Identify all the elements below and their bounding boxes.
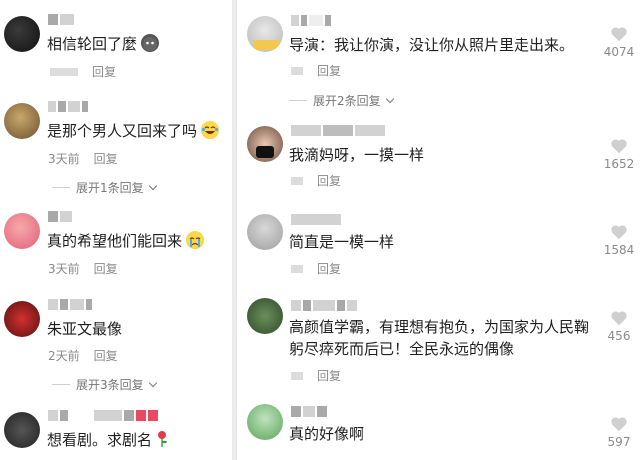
like-button[interactable]: 1584 (599, 224, 639, 257)
expand-line (52, 187, 70, 188)
reply-button[interactable]: 回复 (94, 260, 118, 277)
like-count: 597 (607, 435, 631, 449)
like-count: 1584 (603, 243, 635, 257)
comment-text: 朱亚文最像 (47, 320, 123, 338)
comment-meta: 回复 (291, 172, 341, 189)
username-blurred (291, 214, 343, 225)
avatar[interactable] (247, 404, 283, 440)
avatar[interactable] (4, 103, 40, 139)
like-button[interactable]: 597 (599, 416, 639, 449)
comment-text: 真的好像啊 (289, 425, 365, 443)
expand-replies-button[interactable]: 展开2条回复 (289, 92, 394, 109)
reply-button[interactable]: 回复 (317, 172, 341, 189)
avatar[interactable] (4, 16, 40, 52)
comment-date: 2天前 (48, 349, 80, 363)
like-button[interactable]: 4074 (599, 26, 639, 59)
date-blurred (291, 371, 303, 380)
comment-text: 简直是一模一样 (289, 233, 395, 251)
reply-button[interactable]: 回复 (317, 367, 341, 384)
like-count: 456 (607, 329, 631, 343)
avatar[interactable] (4, 301, 40, 337)
username-blurred (291, 406, 331, 417)
comment-text: 导演：我让你演，没让你从照片里走出来。 (289, 36, 575, 54)
cat-face-icon (141, 34, 160, 52)
date-blurred (50, 67, 78, 76)
left-comment-panel: 相信轮回了麼 回复 是那个男人又回来了吗 3天前 回复 展开1条回复 真的希望他… (0, 0, 232, 460)
username-blurred (291, 15, 331, 26)
crying-face-icon (186, 231, 205, 249)
reply-button[interactable]: 回复 (94, 347, 118, 364)
comment-text: 真的希望他们能回来 (47, 230, 205, 252)
expand-label: 展开3条回复 (76, 378, 144, 392)
comment-meta: 3天前 回复 (48, 260, 118, 277)
comment-date: 3天前 (48, 152, 80, 166)
date-blurred (291, 66, 303, 75)
comment-meta: 回复 (291, 367, 341, 384)
expand-replies-button[interactable]: 展开3条回复 (52, 376, 157, 393)
comment-meta: 3天前 回复 (48, 150, 118, 167)
like-button[interactable]: 1652 (599, 138, 639, 171)
expand-label: 展开1条回复 (76, 181, 144, 195)
username-blurred (48, 211, 72, 222)
rose-icon (156, 430, 168, 448)
comment-text: 相信轮回了麼 (47, 33, 160, 55)
username-blurred (48, 410, 178, 421)
comment-text: 高颜值学霸，有理想有抱负，为国家为人民鞠 (289, 318, 590, 336)
like-button[interactable]: 456 (599, 310, 639, 343)
heart-icon (611, 311, 627, 326)
date-blurred (291, 264, 303, 273)
avatar[interactable] (247, 16, 283, 52)
like-count: 4074 (603, 45, 635, 59)
username-blurred (291, 125, 401, 136)
expand-replies-button[interactable]: 展开1条回复 (52, 179, 157, 196)
comment-text: 我滴妈呀，一摸一样 (289, 146, 425, 164)
username-blurred (48, 299, 100, 310)
chevron-down-icon (148, 181, 157, 190)
reply-button[interactable]: 回复 (92, 63, 116, 80)
avatar[interactable] (247, 214, 283, 250)
expand-line (289, 100, 307, 101)
expand-line (52, 384, 70, 385)
username-blurred (291, 300, 357, 311)
comment-meta: 2天前 回复 (48, 347, 118, 364)
chevron-down-icon (148, 378, 157, 387)
right-comment-panel: 导演：我让你演，没让你从照片里走出来。 回复 展开2条回复 4074 我滴妈呀，… (236, 0, 641, 460)
avatar[interactable] (4, 213, 40, 249)
comment-date: 3天前 (48, 262, 80, 276)
comment-meta: 回复 (291, 260, 341, 277)
reply-button[interactable]: 回复 (94, 150, 118, 167)
reply-button[interactable]: 回复 (317, 62, 341, 79)
chevron-down-icon (385, 94, 394, 103)
heart-icon (611, 139, 627, 154)
avatar[interactable] (247, 298, 283, 334)
comment-text: 想看剧。求剧名 (47, 429, 168, 451)
heart-icon (611, 27, 627, 42)
comment-meta: 回复 (291, 62, 341, 79)
username-blurred (48, 14, 74, 25)
heart-icon (611, 225, 627, 240)
date-blurred (291, 176, 303, 185)
laughing-tears-icon (201, 121, 220, 139)
comment-text: 是那个男人又回来了吗 (47, 120, 220, 142)
like-count: 1652 (603, 157, 635, 171)
expand-label: 展开2条回复 (313, 94, 381, 108)
avatar[interactable] (247, 126, 283, 162)
comment-text-line2: 躬尽瘁死而后已！全民永远的偶像 (289, 340, 515, 358)
avatar[interactable] (4, 412, 40, 448)
heart-icon (611, 417, 627, 432)
reply-button[interactable]: 回复 (317, 260, 341, 277)
username-blurred (48, 101, 88, 112)
comment-meta: 回复 (50, 63, 116, 80)
